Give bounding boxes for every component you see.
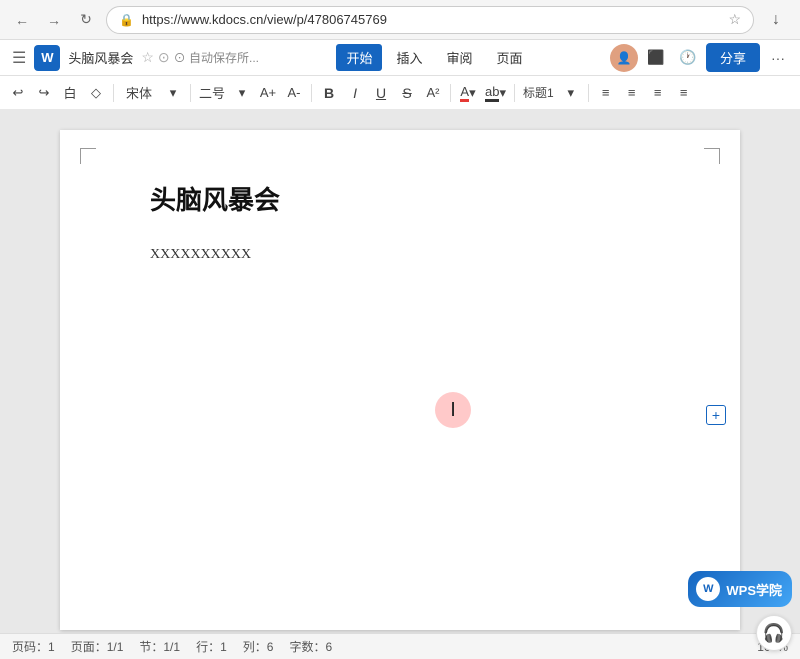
font-increase-button[interactable]: A+ <box>256 80 280 106</box>
more-format-button[interactable]: ≡ <box>672 80 696 106</box>
forward-button[interactable]: → <box>42 8 66 32</box>
format-toolbar: ↩ ↪ 白 ◇ 宋体 ▾ 二号 ▾ A+ A- B I U S A² A ▾ a… <box>0 76 800 110</box>
tab-review[interactable]: 审阅 <box>437 44 483 71</box>
divider-4 <box>450 84 451 102</box>
tab-insert[interactable]: 插入 <box>386 44 432 71</box>
favorite-icon[interactable]: ☆ <box>141 49 154 66</box>
undo-button[interactable]: ↩ <box>6 80 30 106</box>
more-button[interactable]: ··· <box>764 44 792 72</box>
divider-6 <box>588 84 589 102</box>
divider-2 <box>190 84 191 102</box>
address-bar[interactable]: 🔒 https://www.kdocs.cn/view/p/4780674576… <box>106 6 754 34</box>
share-button[interactable]: 分享 <box>706 43 760 72</box>
highlight-label: ab <box>485 84 499 102</box>
screen-icon[interactable]: ⬛ <box>642 44 670 72</box>
wps-college-label: WPS学院 <box>726 580 782 599</box>
lock-icon: 🔒 <box>119 13 134 27</box>
edit-icon[interactable]: ⊙ <box>158 49 170 66</box>
heading-selector[interactable]: 标题1 <box>520 80 557 106</box>
divider-1 <box>113 84 114 102</box>
app-toolbar: ☰ W 头脑风暴会 ☆ ⊙ ⊙ 自动保存所... 开始 插入 审阅 页面 👤 ⬛… <box>0 40 800 76</box>
eraser-button[interactable]: ◇ <box>84 80 108 106</box>
wps-college-logo: W <box>696 577 720 601</box>
autosave-status: ⊙ 自动保存所... <box>174 49 259 66</box>
tab-start[interactable]: 开始 <box>336 44 382 71</box>
clear-format-button[interactable]: 白 <box>58 80 82 106</box>
row-status: 行：1 <box>196 638 227 655</box>
font-color-label: A <box>460 84 469 102</box>
divider-5 <box>514 84 515 102</box>
bookmark-icon[interactable]: ☆ <box>728 11 741 28</box>
col-status: 列：6 <box>243 638 274 655</box>
word-count-status: 字数：6 <box>289 638 332 655</box>
document-area: 头脑风暴会 XXXXXXXXXX I + <box>0 110 800 633</box>
section-status: 节：1/1 <box>139 638 180 655</box>
time-icon[interactable]: 🕐 <box>674 44 702 72</box>
align-center-button[interactable]: ≡ <box>620 80 644 106</box>
underline-button[interactable]: U <box>369 80 393 106</box>
add-block-button[interactable]: + <box>706 405 726 425</box>
align-left-button[interactable]: ≡ <box>594 80 618 106</box>
document-body[interactable]: XXXXXXXXXX <box>150 247 650 263</box>
superscript-button[interactable]: A² <box>421 80 445 106</box>
document-page[interactable]: 头脑风暴会 XXXXXXXXXX I + <box>60 130 740 630</box>
total-pages-status: 页面：1/1 <box>71 638 124 655</box>
align-right-button[interactable]: ≡ <box>646 80 670 106</box>
back-button[interactable]: ← <box>10 8 34 32</box>
font-size-selector[interactable]: 二号 <box>196 80 228 106</box>
highlight-dropdown[interactable]: ▾ <box>499 85 506 101</box>
heading-dropdown[interactable]: ▾ <box>559 80 583 106</box>
page-number-status: 页码：1 <box>12 638 55 655</box>
strikethrough-button[interactable]: S <box>395 80 419 106</box>
page-corner-tl <box>80 148 96 164</box>
download-button[interactable]: ↓ <box>762 6 790 34</box>
avatar[interactable]: 👤 <box>610 44 638 72</box>
page-corner-tr <box>704 148 720 164</box>
browser-bar: ← → ↻ 🔒 https://www.kdocs.cn/view/p/4780… <box>0 0 800 40</box>
tab-page[interactable]: 页面 <box>487 44 533 71</box>
wps-college-button[interactable]: W WPS学院 <box>688 571 792 607</box>
menu-button[interactable]: ☰ <box>8 44 30 72</box>
font-name-selector[interactable]: 宋体 <box>119 80 159 106</box>
refresh-button[interactable]: ↻ <box>74 8 98 32</box>
font-decrease-button[interactable]: A- <box>282 80 306 106</box>
doc-title: 头脑风暴会 <box>68 48 133 67</box>
help-button[interactable]: 🎧 <box>756 615 792 651</box>
italic-button[interactable]: I <box>343 80 367 106</box>
status-bar: 页码：1 页面：1/1 节：1/1 行：1 列：6 字数：6 100% <box>0 633 800 659</box>
highlight-button[interactable]: ab ▾ <box>482 80 509 106</box>
font-size-dropdown[interactable]: ▾ <box>230 80 254 106</box>
font-color-button[interactable]: A ▾ <box>456 80 480 106</box>
redo-button[interactable]: ↪ <box>32 80 56 106</box>
divider-3 <box>311 84 312 102</box>
font-name-dropdown[interactable]: ▾ <box>161 80 185 106</box>
document-title[interactable]: 头脑风暴会 <box>150 180 650 217</box>
bold-button[interactable]: B <box>317 80 341 106</box>
url-text: https://www.kdocs.cn/view/p/47806745769 <box>142 12 720 27</box>
wps-logo: W <box>34 45 60 71</box>
font-color-dropdown[interactable]: ▾ <box>469 85 476 101</box>
cursor-indicator: I <box>435 392 471 428</box>
